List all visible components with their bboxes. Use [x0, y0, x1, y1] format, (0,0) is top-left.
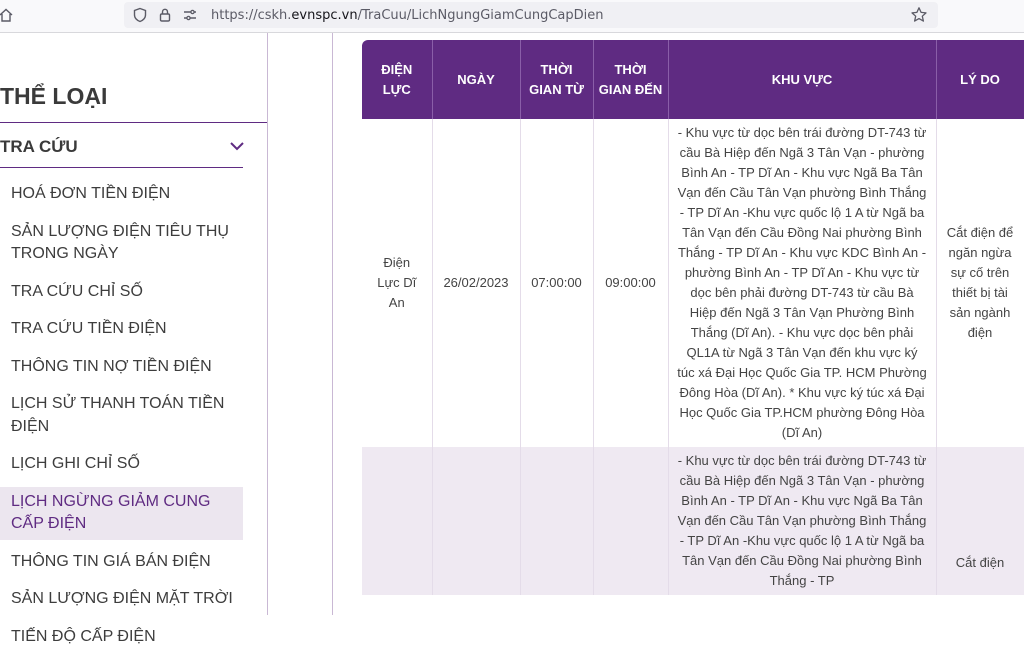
table-header-row: ĐIỆN LỰC NGÀY THỜI GIAN TỪ THỜI GIAN ĐẾN… [362, 40, 1024, 119]
cell-date [432, 447, 521, 595]
url-text[interactable]: https://cskh.evnspc.vn/TraCuu/LichNgungG… [211, 8, 603, 23]
sidebar-menu: HOÁ ĐƠN TIỀN ĐIỆN SẢN LƯỢNG ĐIỆN TIÊU TH… [0, 181, 243, 661]
sidebar-item-lich-su-thanh-toan[interactable]: LỊCH SỬ THANH TOÁN TIỀN ĐIỆN [0, 391, 243, 440]
chevron-down-icon[interactable] [228, 137, 246, 155]
bookmark-star-icon[interactable] [909, 5, 929, 25]
header-thoi-gian-den: THỜI GIAN ĐẾN [593, 40, 669, 119]
cell-from: 07:00:00 [520, 119, 594, 447]
url-prefix: https://cskh. [211, 8, 292, 23]
cell-area: - Khu vực từ dọc bên trái đường DT-743 t… [668, 119, 937, 447]
cell-date: 26/02/2023 [432, 119, 521, 447]
section-title[interactable]: TRA CỨU [0, 137, 78, 157]
sidebar-item-gia-ban-dien[interactable]: THÔNG TIN GIÁ BÁN ĐIỆN [0, 549, 243, 576]
permissions-icon[interactable] [180, 5, 200, 25]
cell-reason: Cắt điện [936, 447, 1024, 595]
sidebar-item-dien-mat-troi[interactable]: SẢN LƯỢNG ĐIỆN MẶT TRỜI [0, 586, 243, 613]
header-thoi-gian-tu: THỜI GIAN TỪ [520, 40, 594, 119]
cell-to: 09:00:00 [593, 119, 669, 447]
category-title: THỂ LOẠI [0, 83, 108, 109]
address-bar[interactable]: https://cskh.evnspc.vn/TraCuu/LichNgungG… [124, 2, 938, 28]
cell-from [520, 447, 594, 595]
category-divider [0, 122, 268, 123]
url-path: /TraCuu/LichNgungGiamCungCapDien [357, 8, 604, 23]
sidebar-item-tra-cuu-tien-dien[interactable]: TRA CỨU TIỀN ĐIỆN [0, 316, 243, 343]
cell-to [593, 447, 669, 595]
sidebar-item-tien-do-cap-dien[interactable]: TIẾN ĐỘ CẤP ĐIỆN [0, 624, 243, 651]
browser-toolbar: https://cskh.evnspc.vn/TraCuu/LichNgungG… [0, 0, 1024, 33]
sidebar: THỂ LOẠI TRA CỨU HOÁ ĐƠN TIỀN ĐIỆN SẢN L… [0, 33, 268, 645]
lock-icon[interactable] [155, 5, 175, 25]
outage-schedule-table: ĐIỆN LỰC NGÀY THỜI GIAN TỪ THỜI GIAN ĐẾN… [362, 40, 1024, 595]
header-ly-do: LÝ DO [936, 40, 1024, 119]
sidebar-item-thong-tin-no[interactable]: THÔNG TIN NỢ TIỀN ĐIỆN [0, 354, 243, 381]
cell-area: - Khu vực từ dọc bên trái đường DT-743 t… [668, 447, 937, 595]
cell-unit: Điện Lực Dĩ An [362, 119, 433, 447]
content-border [332, 33, 333, 615]
sidebar-item-lich-ngung-giam[interactable]: LỊCH NGỪNG GIẢM CUNG CẤP ĐIỆN [0, 486, 243, 540]
cell-reason: Cắt điện để ngăn ngừa sự cố trên thiết b… [936, 119, 1024, 447]
section-divider [0, 167, 243, 168]
table-row: Điện Lực Dĩ An 26/02/2023 07:00:00 09:00… [362, 119, 1024, 447]
sidebar-item-hoa-don[interactable]: HOÁ ĐƠN TIỀN ĐIỆN [0, 181, 243, 208]
header-ngay: NGÀY [432, 40, 521, 119]
sidebar-item-lich-ghi-chi-so[interactable]: LỊCH GHI CHỈ SỐ [0, 451, 243, 478]
cell-unit [362, 447, 433, 595]
sidebar-border [267, 33, 268, 615]
sidebar-item-san-luong-tieu-thu[interactable]: SẢN LƯỢNG ĐIỆN TIÊU THỤ TRONG NGÀY [0, 219, 243, 268]
table-row: - Khu vực từ dọc bên trái đường DT-743 t… [362, 447, 1024, 595]
shield-icon[interactable] [130, 5, 150, 25]
header-dien-luc: ĐIỆN LỰC [362, 40, 433, 119]
url-domain: evnspc.vn [291, 8, 358, 23]
home-icon[interactable] [0, 5, 16, 25]
sidebar-item-tra-cuu-chi-so[interactable]: TRA CỨU CHỈ SỐ [0, 279, 243, 306]
header-khu-vuc: KHU VỰC [668, 40, 937, 119]
